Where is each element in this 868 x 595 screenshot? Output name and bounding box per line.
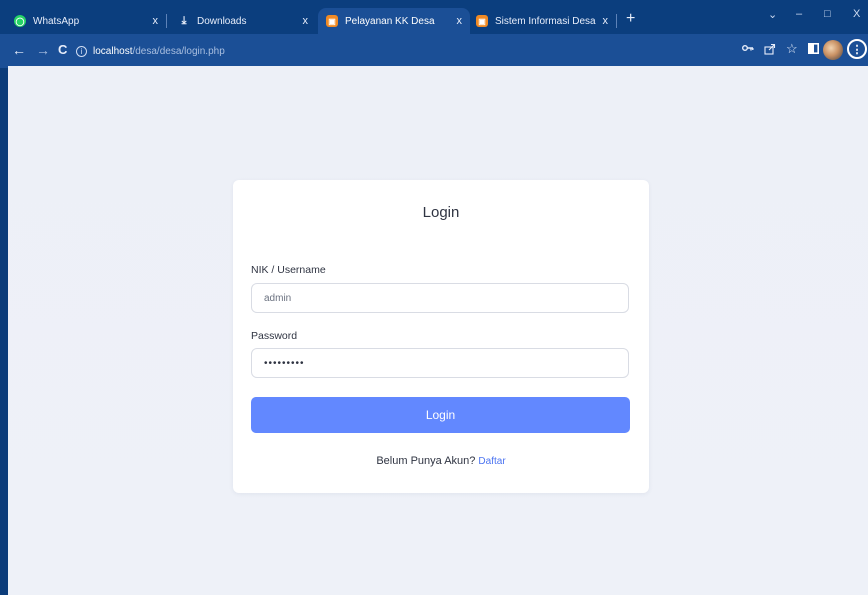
page-viewport: Login NIK / Username Password Login Belu… <box>8 66 868 595</box>
share-icon[interactable] <box>764 43 776 58</box>
tab-search-icon[interactable]: ⌄ <box>768 8 777 21</box>
register-prompt: Belum Punya Akun? Daftar <box>233 455 649 467</box>
close-tab-icon[interactable]: x <box>153 15 159 27</box>
new-tab-button[interactable]: + <box>626 10 635 28</box>
login-title: Login <box>422 204 460 221</box>
tab-title: Sistem Informasi Desa <box>495 15 596 27</box>
whatsapp-icon: ◯ <box>14 15 26 27</box>
sidepanel-icon[interactable] <box>808 43 819 57</box>
password-label: Password <box>251 330 298 342</box>
password-input[interactable] <box>251 348 629 378</box>
url-host: localhost <box>93 45 133 57</box>
register-link[interactable]: Daftar <box>478 456 505 467</box>
close-tab-icon[interactable]: x <box>603 15 609 27</box>
url-path: /desa/desa/login.php <box>132 45 225 57</box>
register-prompt-text: Belum Punya Akun? <box>376 455 476 467</box>
tab-pelayanan-kk-desa[interactable]: ▣ Pelayanan KK Desa x <box>318 8 470 34</box>
tab-title: Pelayanan KK Desa <box>345 15 435 27</box>
tab-whatsapp[interactable]: ◯ WhatsApp x <box>6 8 166 34</box>
profile-avatar[interactable] <box>823 40 843 60</box>
key-icon[interactable] <box>742 43 754 56</box>
close-tab-icon[interactable]: x <box>457 15 463 27</box>
browser-toolbar: ← → C i localhost/desa/desa/login.php ☆ … <box>0 34 868 68</box>
menu-icon[interactable]: ⋮ <box>847 39 867 59</box>
site-info-icon[interactable]: i <box>76 45 87 57</box>
download-icon: ⤓ <box>181 14 187 27</box>
tab-separator <box>616 14 617 28</box>
maximize-button[interactable]: □ <box>824 8 831 20</box>
minimize-button[interactable]: – <box>796 8 802 20</box>
username-input[interactable] <box>251 283 629 313</box>
forward-button[interactable]: → <box>36 42 50 58</box>
tab-separator <box>166 14 167 28</box>
login-button[interactable]: Login <box>251 397 630 433</box>
back-button[interactable]: ← <box>12 42 26 58</box>
close-tab-icon[interactable]: x <box>303 15 309 27</box>
site-favicon: ▣ <box>326 15 338 27</box>
tab-strip: ◯ WhatsApp x ⤓ Downloads x ▣ Pelayanan K… <box>0 0 868 34</box>
username-label: NIK / Username <box>251 264 326 276</box>
star-icon[interactable]: ☆ <box>786 41 798 57</box>
tab-downloads[interactable]: ⤓ Downloads x <box>170 8 316 34</box>
site-favicon: ▣ <box>476 15 488 27</box>
tab-title: WhatsApp <box>33 15 80 27</box>
reload-button[interactable]: C <box>58 42 67 57</box>
tab-title: Downloads <box>197 15 247 27</box>
login-card: Login NIK / Username Password Login Belu… <box>233 180 649 493</box>
tab-sistem-informasi-desa[interactable]: ▣ Sistem Informasi Desa x <box>468 8 616 34</box>
close-window-button[interactable]: X <box>853 8 860 20</box>
